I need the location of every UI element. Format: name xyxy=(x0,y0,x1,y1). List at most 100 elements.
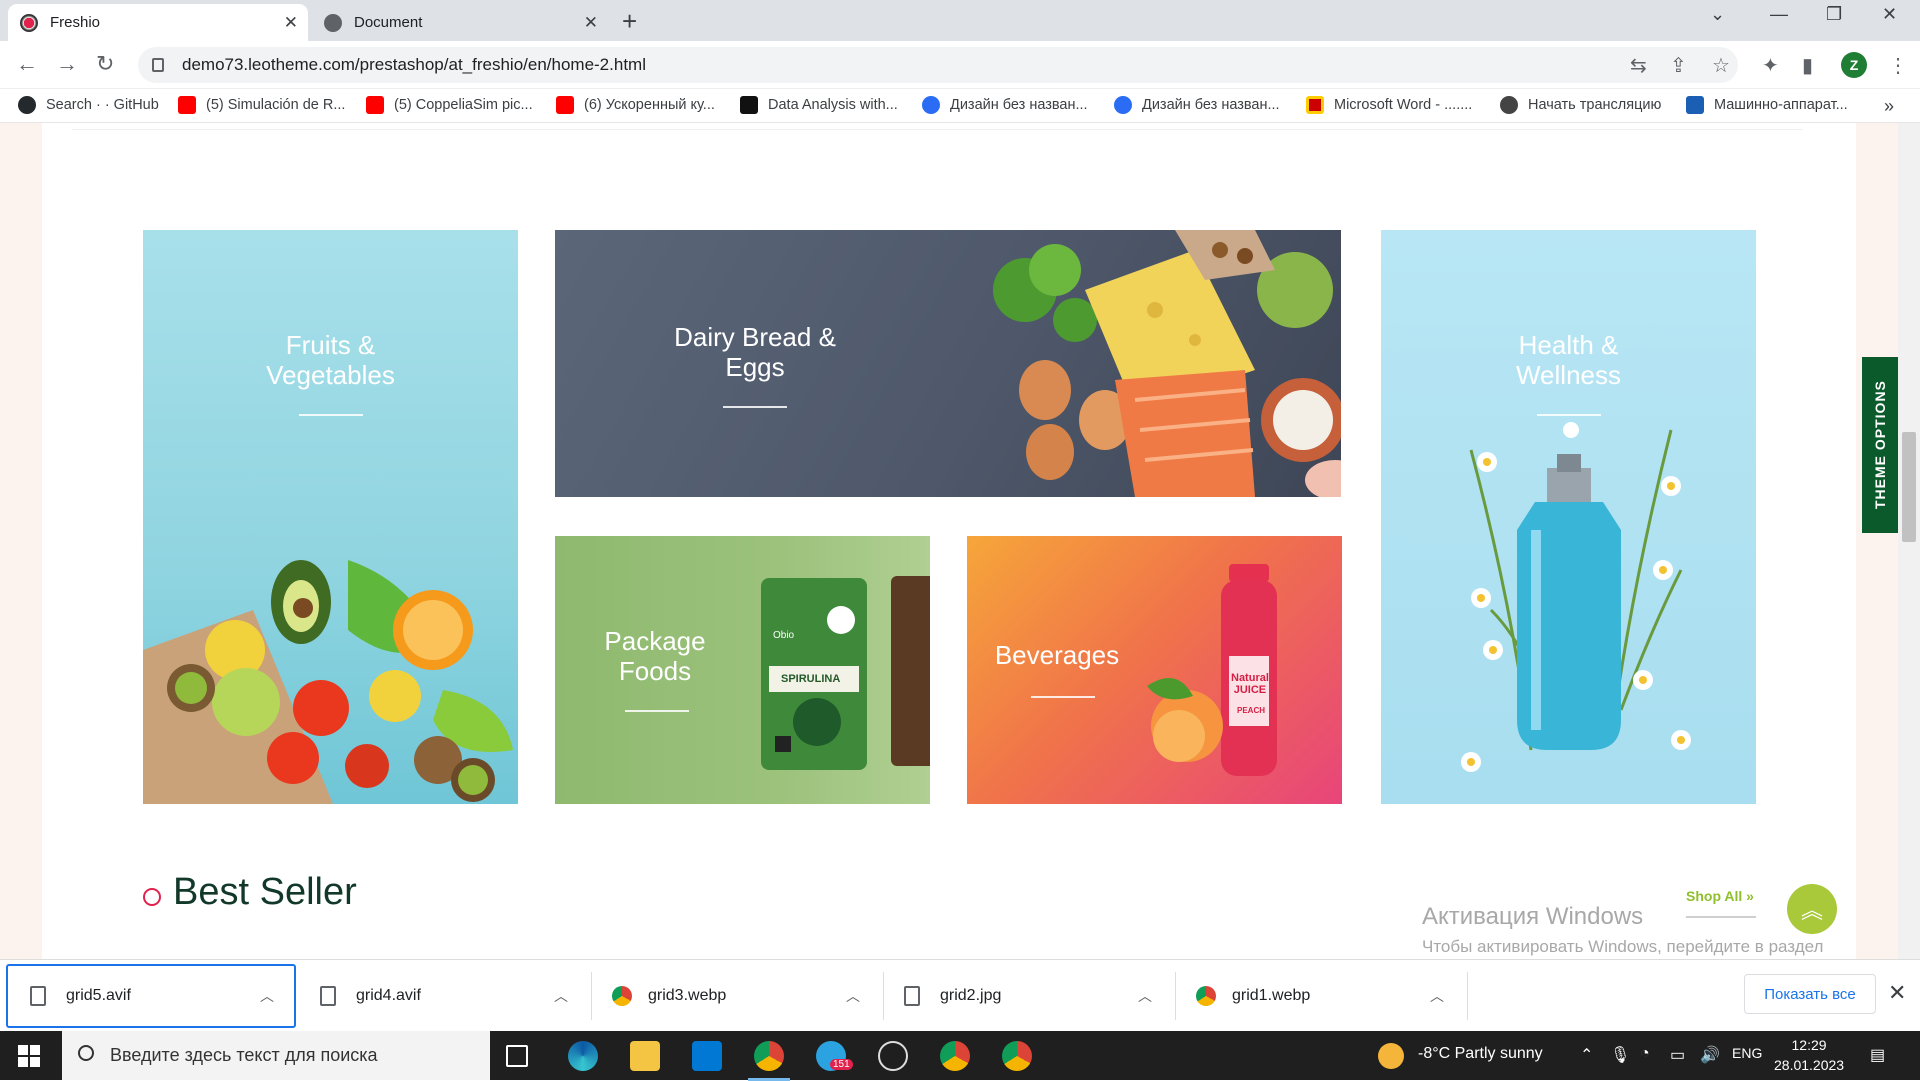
notification-badge: 151 xyxy=(830,1059,853,1070)
close-icon[interactable]: ✕ xyxy=(584,13,598,33)
weather-sun-icon[interactable] xyxy=(1378,1043,1404,1069)
divider xyxy=(1467,972,1468,1020)
wifi-icon[interactable]: ◔ xyxy=(1640,1045,1650,1063)
reload-button[interactable]: ↻ xyxy=(96,51,114,77)
show-all-downloads-button[interactable]: Показать все xyxy=(1744,974,1876,1014)
language-indicator[interactable]: ENG xyxy=(1732,1045,1762,1061)
restore-button[interactable]: ❐ xyxy=(1826,4,1842,25)
menu-icon[interactable]: ⋮ xyxy=(1888,53,1908,78)
window-close-button[interactable]: ✕ xyxy=(1882,4,1897,25)
youtube-icon xyxy=(178,96,196,114)
bookmark-item[interactable]: (6) Ускоренный ку... xyxy=(556,96,715,114)
search-icon xyxy=(78,1045,94,1061)
bookmark-label: Машинно-аппарат... xyxy=(1714,97,1848,113)
download-filename: grid5.avif xyxy=(66,987,131,1004)
download-item[interactable]: grid3.webp ︿ xyxy=(590,964,884,1028)
tab-search-chevron-icon[interactable]: ⌄ xyxy=(1710,4,1725,25)
weather-text[interactable]: -8°C Partly sunny xyxy=(1418,1045,1543,1063)
theme-options-button[interactable]: THEME OPTIONS xyxy=(1862,357,1898,533)
taskbar-clock[interactable]: 12:29 28.01.2023 xyxy=(1774,1035,1844,1075)
chevron-up-icon[interactable]: ︿ xyxy=(260,986,274,1006)
circle-bullet-icon xyxy=(143,887,161,906)
task-view-icon[interactable] xyxy=(506,1045,528,1067)
bookmark-item[interactable]: Дизайн без назван... xyxy=(1114,96,1280,114)
close-icon[interactable]: ✕ xyxy=(284,13,298,33)
download-item[interactable]: grid4.avif ︿ xyxy=(298,964,592,1028)
scrollbar-thumb[interactable] xyxy=(1902,432,1916,542)
bookmark-label: Начать трансляцию xyxy=(1528,97,1662,113)
tab-freshio[interactable]: Freshio ✕ xyxy=(8,4,308,41)
chevron-up-icon[interactable]: ︿ xyxy=(1138,986,1152,1006)
file-explorer-icon[interactable] xyxy=(630,1041,660,1071)
download-item[interactable]: grid1.webp ︿ xyxy=(1174,964,1468,1028)
category-card-dairy-bread-eggs[interactable]: Dairy Bread & Eggs xyxy=(555,230,1341,497)
bookmark-label: Data Analysis with... xyxy=(768,97,898,113)
forward-button[interactable]: → xyxy=(56,51,78,77)
notifications-icon[interactable]: ▤ xyxy=(1870,1045,1885,1065)
download-shelf: grid5.avif ︿ grid4.avif ︿ grid3.webp ︿ g… xyxy=(0,959,1920,1031)
taskbar-search-box[interactable]: Введите здесь текст для поиска xyxy=(62,1031,490,1080)
section-divider xyxy=(72,123,1802,130)
bookmark-item[interactable]: Search · · GitHub xyxy=(18,96,159,114)
chevron-up-icon[interactable]: ︿ xyxy=(846,986,860,1006)
microphone-icon[interactable]: 🎙 xyxy=(1610,1045,1630,1065)
address-bar[interactable]: demo73.leotheme.com/prestashop/at_freshi… xyxy=(138,47,1738,83)
bookmark-item[interactable]: Data Analysis with... xyxy=(740,96,898,114)
download-filename: grid2.jpg xyxy=(940,987,1002,1004)
category-card-health-wellness[interactable]: Health & Wellness xyxy=(1381,230,1756,804)
lock-icon[interactable] xyxy=(152,58,164,72)
category-card-beverages[interactable]: Beverages Natural JUICE PEACH xyxy=(967,536,1342,804)
search-placeholder: Введите здесь текст для поиска xyxy=(110,1045,378,1065)
bookmarks-overflow-button[interactable]: » xyxy=(1884,96,1894,117)
tray-chevron-icon[interactable]: ⌃ xyxy=(1580,1045,1593,1065)
bookmark-item[interactable]: Microsoft Word - ....... xyxy=(1306,96,1472,114)
bookmark-item[interactable]: (5) CoppeliaSim pic... xyxy=(366,96,533,114)
extensions-icon[interactable]: ✦ xyxy=(1762,53,1779,78)
download-item[interactable]: grid5.avif ︿ xyxy=(6,964,296,1028)
obs-icon[interactable] xyxy=(878,1041,908,1071)
windows-start-button[interactable] xyxy=(18,1045,40,1067)
chrome-icon[interactable] xyxy=(1002,1041,1032,1071)
bookmark-label: Дизайн без назван... xyxy=(1142,97,1280,113)
scroll-to-top-button[interactable]: ︽ xyxy=(1787,884,1837,934)
translate-icon[interactable]: ⇆ xyxy=(1630,53,1647,78)
edge-icon[interactable] xyxy=(568,1041,598,1071)
bookmark-label: (6) Ускоренный ку... xyxy=(584,97,715,113)
clock-time: 12:29 xyxy=(1791,1037,1827,1053)
new-tab-button[interactable]: + xyxy=(622,6,637,37)
bookmark-star-icon[interactable]: ☆ xyxy=(1712,53,1730,78)
product-label: Natural JUICE xyxy=(1231,672,1269,696)
bookmark-label: Дизайн без назван... xyxy=(950,97,1088,113)
category-card-package-foods[interactable]: Package Foods SPIRULINA Obio xyxy=(555,536,930,804)
section-title: Best Seller xyxy=(173,871,357,913)
file-icon xyxy=(30,986,46,1006)
chrome-icon[interactable] xyxy=(748,1041,790,1081)
bookmark-item[interactable]: Начать трансляцию xyxy=(1500,96,1661,114)
chrome-icon[interactable] xyxy=(940,1041,970,1071)
chevron-up-icon[interactable]: ︿ xyxy=(554,986,568,1006)
shop-all-underline xyxy=(1686,916,1756,918)
back-button[interactable]: ← xyxy=(16,51,38,77)
tab-document[interactable]: Document ✕ xyxy=(312,4,608,41)
bookmark-label: (5) CoppeliaSim pic... xyxy=(394,97,533,113)
battery-icon[interactable]: ▭ xyxy=(1670,1045,1685,1065)
bookmark-item[interactable]: Машинно-аппарат... xyxy=(1686,96,1848,114)
close-download-shelf-button[interactable]: ✕ xyxy=(1888,980,1906,1006)
clock-date: 28.01.2023 xyxy=(1774,1057,1845,1073)
page-content: Fruits & Vegetables Dairy Bread & Eggs P… xyxy=(42,123,1856,959)
chevron-up-icon[interactable]: ︿ xyxy=(1430,986,1444,1006)
category-card-fruits-vegetables[interactable]: Fruits & Vegetables xyxy=(143,230,518,804)
share-icon[interactable]: ⇪ xyxy=(1670,53,1687,78)
bookmark-item[interactable]: (5) Simulación de R... xyxy=(178,96,345,114)
double-chevron-up-icon: ︽ xyxy=(1800,898,1823,923)
brand-logo-text: Obio xyxy=(773,630,795,641)
bookmark-item[interactable]: Дизайн без назван... xyxy=(922,96,1088,114)
url-text[interactable]: demo73.leotheme.com/prestashop/at_freshi… xyxy=(182,55,646,75)
side-panel-icon[interactable]: ▮ xyxy=(1802,53,1813,78)
vscode-icon[interactable] xyxy=(692,1041,722,1071)
minimize-button[interactable]: — xyxy=(1770,4,1788,25)
profile-avatar[interactable]: Z xyxy=(1841,52,1867,78)
download-item[interactable]: grid2.jpg ︿ xyxy=(882,964,1176,1028)
shop-all-link[interactable]: Shop All » xyxy=(1686,888,1754,904)
volume-icon[interactable]: 🔊 xyxy=(1700,1045,1720,1065)
